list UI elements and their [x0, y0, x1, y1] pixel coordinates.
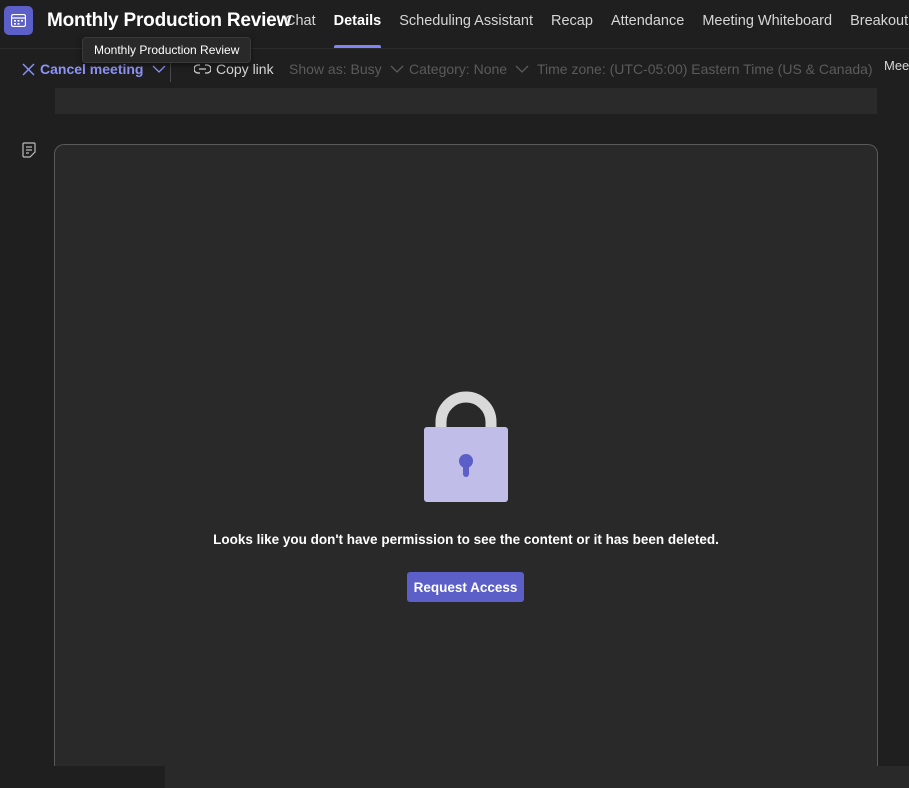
toolbar-divider: [170, 60, 171, 82]
link-icon: [194, 64, 211, 74]
notes-icon[interactable]: [22, 142, 36, 163]
info-strip: [55, 88, 877, 114]
title-tooltip: Monthly Production Review: [82, 37, 252, 63]
show-as-label: Show as: Busy: [289, 61, 382, 77]
overflow-tab-label[interactable]: Mee: [884, 58, 909, 73]
tab-meeting-whiteboard[interactable]: Meeting Whiteboard: [693, 0, 841, 48]
copy-link-label: Copy link: [216, 61, 274, 77]
cancel-meeting-label: Cancel meeting: [40, 61, 144, 77]
cancel-meeting-button[interactable]: Cancel meeting: [22, 61, 166, 77]
tab-recap[interactable]: Recap: [542, 0, 602, 48]
permission-message: Looks like you don't have permission to …: [213, 532, 719, 547]
tab-chat[interactable]: Chat: [285, 0, 325, 48]
close-icon: [22, 63, 35, 75]
tab-details[interactable]: Details: [325, 0, 391, 48]
chevron-down-icon: [515, 65, 529, 73]
show-as-dropdown[interactable]: Show as: Busy: [289, 61, 404, 77]
lock-icon: [420, 390, 512, 510]
category-dropdown[interactable]: Category: None: [409, 61, 529, 77]
chevron-down-icon: [390, 65, 404, 73]
time-zone-label: Time zone: (UTC-05:00) Eastern Time (US …: [537, 61, 873, 77]
calendar-icon: [4, 6, 33, 35]
tab-scheduling-assistant[interactable]: Scheduling Assistant: [390, 0, 542, 48]
time-zone-dropdown[interactable]: Time zone: (UTC-05:00) Eastern Time (US …: [537, 61, 873, 77]
copy-link-button[interactable]: Copy link: [194, 61, 274, 77]
tab-list: Chat Details Scheduling Assistant Recap …: [285, 0, 909, 48]
meeting-title: Monthly Production Review: [47, 10, 292, 31]
request-access-button[interactable]: Request Access: [407, 572, 524, 602]
chevron-down-icon: [153, 65, 166, 73]
tab-attendance[interactable]: Attendance: [602, 0, 693, 48]
bottom-bar-left: [0, 766, 165, 788]
tab-breakout-rooms[interactable]: Breakout rooms: [841, 0, 909, 48]
category-label: Category: None: [409, 61, 508, 77]
